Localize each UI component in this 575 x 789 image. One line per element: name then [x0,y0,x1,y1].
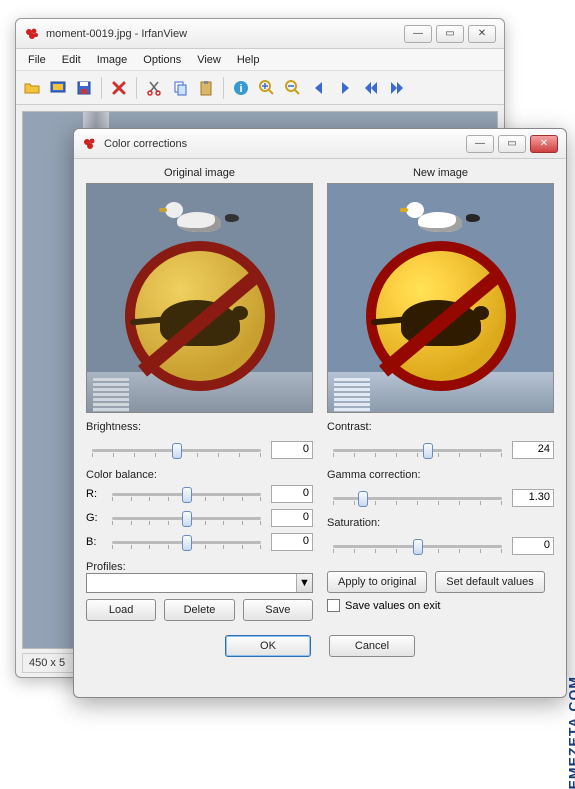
dialog-minimize-button[interactable]: — [466,135,494,153]
colorbalance-label: Color balance: [86,469,313,481]
menu-help[interactable]: Help [229,52,268,68]
original-image-label: Original image [86,167,313,179]
slideshow-icon[interactable] [46,76,70,100]
menu-options[interactable]: Options [135,52,189,68]
app-icon [82,136,98,152]
g-label: G: [86,512,102,524]
gamma-label: Gamma correction: [327,469,554,481]
cancel-button[interactable]: Cancel [329,635,415,657]
status-text: 450 x 5 [29,657,65,669]
zoom-in-icon[interactable] [255,76,279,100]
brightness-label: Brightness: [86,421,313,433]
delete-button[interactable]: Delete [164,599,234,621]
next-page-icon[interactable] [385,76,409,100]
dialog-titlebar[interactable]: Color corrections — ▭ ✕ [74,129,566,159]
contrast-slider[interactable] [327,440,508,460]
zoom-out-icon[interactable] [281,76,305,100]
watermark: EMEZETA.COM [565,676,575,789]
load-button[interactable]: Load [86,599,156,621]
delete-icon[interactable] [107,76,131,100]
g-slider[interactable] [106,508,267,528]
paste-icon[interactable] [194,76,218,100]
ok-button[interactable]: OK [225,635,311,657]
menu-file[interactable]: File [20,52,54,68]
g-value[interactable]: 0 [271,509,313,527]
b-value[interactable]: 0 [271,533,313,551]
chevron-down-icon[interactable]: ▼ [296,574,312,592]
defaults-button[interactable]: Set default values [435,571,544,593]
save-on-exit-label: Save values on exit [345,600,440,612]
brightness-slider[interactable] [86,440,267,460]
r-value[interactable]: 0 [271,485,313,503]
main-title: moment-0019.jpg - IrfanView [46,28,404,40]
next-icon[interactable] [333,76,357,100]
new-preview [327,183,554,413]
svg-text:i: i [239,83,242,95]
r-label: R: [86,488,102,500]
open-icon[interactable] [20,76,44,100]
copy-icon[interactable] [168,76,192,100]
maximize-button[interactable]: ▭ [436,25,464,43]
saturation-slider[interactable] [327,536,508,556]
brightness-value[interactable]: 0 [271,441,313,459]
menu-edit[interactable]: Edit [54,52,89,68]
saturation-value[interactable]: 0 [512,537,554,555]
original-preview [86,183,313,413]
save-on-exit-checkbox[interactable] [327,599,340,612]
menu-view[interactable]: View [189,52,229,68]
b-label: B: [86,536,102,548]
color-corrections-dialog: Color corrections — ▭ ✕ Original image B… [73,128,567,698]
dialog-title: Color corrections [104,138,466,150]
cut-icon[interactable] [142,76,166,100]
prev-icon[interactable] [307,76,331,100]
info-icon[interactable]: i [229,76,253,100]
menu-image[interactable]: Image [89,52,136,68]
profiles-label: Profiles: [86,561,313,573]
contrast-value[interactable]: 24 [512,441,554,459]
b-slider[interactable] [106,532,267,552]
minimize-button[interactable]: — [404,25,432,43]
save-icon[interactable] [72,76,96,100]
save-profile-button[interactable]: Save [243,599,313,621]
close-button[interactable]: ✕ [468,25,496,43]
prev-page-icon[interactable] [359,76,383,100]
saturation-label: Saturation: [327,517,554,529]
apply-button[interactable]: Apply to original [327,571,427,593]
main-titlebar[interactable]: moment-0019.jpg - IrfanView — ▭ ✕ [16,19,504,49]
gamma-value[interactable]: 1.30 [512,489,554,507]
r-slider[interactable] [106,484,267,504]
contrast-label: Contrast: [327,421,554,433]
dialog-close-button[interactable]: ✕ [530,135,558,153]
menubar: File Edit Image Options View Help [16,49,504,71]
toolbar: i [16,71,504,105]
profiles-combobox[interactable]: ▼ [86,573,313,593]
app-icon [24,26,40,42]
dialog-maximize-button[interactable]: ▭ [498,135,526,153]
new-image-label: New image [327,167,554,179]
gamma-slider[interactable] [327,488,508,508]
